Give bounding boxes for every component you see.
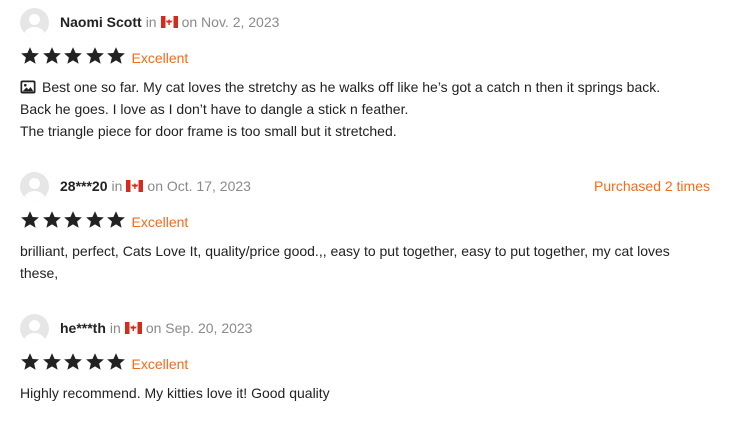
review-line: The triangle piece for door frame is too…: [20, 123, 397, 139]
star-icon: [106, 210, 126, 230]
star-icon: [42, 210, 62, 230]
review-header: Naomi Scott in on Nov. 2, 2023: [20, 7, 720, 37]
rating-label: Excellent: [131, 50, 189, 66]
star-icon: [63, 352, 83, 372]
in-label: in: [145, 14, 157, 30]
star-icon: [106, 352, 126, 372]
star-icon: [42, 352, 62, 372]
canada-flag-icon: [126, 180, 144, 192]
star-rating: Excellent: [20, 210, 720, 233]
photo-icon[interactable]: [20, 78, 36, 94]
review-line: Highly recommend. My kitties love it! Go…: [20, 385, 330, 401]
star-icon: [85, 352, 105, 372]
reviewer-name[interactable]: 28***20: [60, 178, 108, 194]
user-avatar-icon: [20, 313, 49, 343]
review-item: 28***20 in on Oct. 17, 2023 Purchased 2 …: [20, 171, 720, 284]
review-line: these,: [20, 265, 59, 281]
star-icon: [85, 210, 105, 230]
review-date: on Oct. 17, 2023: [147, 178, 251, 194]
user-avatar-icon: [20, 171, 49, 201]
rating-label: Excellent: [131, 356, 189, 372]
review-date: on Sep. 20, 2023: [145, 320, 253, 336]
rating-label: Excellent: [131, 214, 189, 230]
review-line: brilliant, perfect, Cats Love It, qualit…: [20, 243, 670, 259]
review-text: Best one so far. My cat loves the stretc…: [20, 76, 720, 142]
review-line: Best one so far. My cat loves the stretc…: [20, 76, 720, 98]
purchase-count-badge: Purchased 2 times: [594, 178, 710, 194]
star-rating: Excellent: [20, 352, 720, 375]
star-icon: [20, 352, 40, 372]
review-item: he***th in on Sep. 20, 2023 Excellent Hi…: [20, 313, 720, 404]
star-rating: Excellent: [20, 46, 720, 69]
review-item: Naomi Scott in on Nov. 2, 2023 Excellent…: [20, 7, 720, 142]
reviewer-name[interactable]: he***th: [60, 320, 106, 336]
star-icon: [63, 210, 83, 230]
review-line: Back he goes. I love as I don’t have to …: [20, 101, 409, 117]
star-icon: [106, 46, 126, 66]
star-icon: [42, 46, 62, 66]
canada-flag-icon: [124, 322, 142, 334]
star-icon: [85, 46, 105, 66]
star-icon: [63, 46, 83, 66]
review-text: Highly recommend. My kitties love it! Go…: [20, 382, 720, 404]
in-label: in: [109, 320, 121, 336]
user-avatar-icon: [20, 7, 49, 37]
review-header: 28***20 in on Oct. 17, 2023 Purchased 2 …: [20, 171, 720, 201]
review-text: brilliant, perfect, Cats Love It, qualit…: [20, 240, 720, 284]
star-icon: [20, 210, 40, 230]
star-icon: [20, 46, 40, 66]
canada-flag-icon: [160, 16, 178, 28]
review-date: on Nov. 2, 2023: [181, 14, 280, 30]
in-label: in: [111, 178, 123, 194]
review-header: he***th in on Sep. 20, 2023: [20, 313, 720, 343]
reviewer-name[interactable]: Naomi Scott: [60, 14, 142, 30]
